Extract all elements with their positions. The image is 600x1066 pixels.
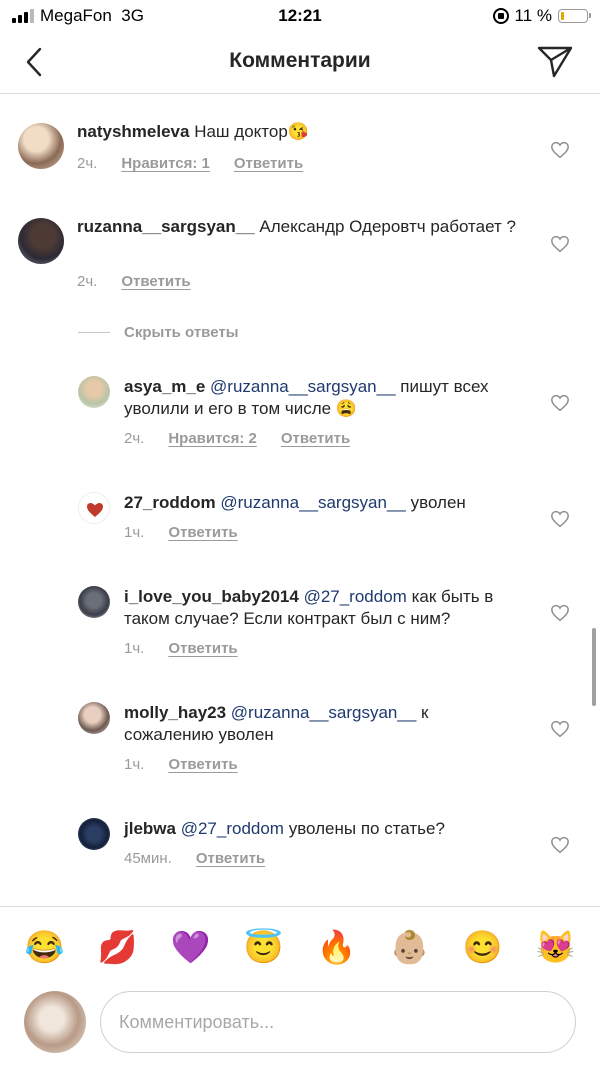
comment-text: i_love_you_baby2014 @27_roddom как быть … — [124, 586, 524, 630]
comment-body: Александр Одеровтч работает ? — [259, 217, 516, 236]
heart-logo-icon — [87, 503, 103, 517]
heart-icon[interactable] — [550, 235, 570, 253]
comment-body: Наш доктор😘 — [194, 122, 309, 141]
mention-link[interactable]: @ruzanna__sargsyan__ — [220, 493, 406, 512]
heart-icon[interactable] — [550, 510, 570, 528]
comment-username[interactable]: ruzanna__sargsyan__ — [77, 217, 255, 236]
comment-meta: 2ч. Ответить — [77, 273, 191, 290]
paper-plane-icon — [537, 46, 573, 78]
comment-username[interactable]: i_love_you_baby2014 — [124, 587, 299, 606]
reply-link[interactable]: Ответить — [196, 850, 265, 867]
hide-replies-label: Скрыть ответы — [124, 324, 239, 341]
comment-time: 1ч. — [124, 524, 145, 541]
emoji-fire[interactable]: 🔥 — [317, 927, 357, 967]
reply-link[interactable]: Ответить — [121, 273, 190, 290]
heart-icon[interactable] — [550, 141, 570, 159]
comment-text: ruzanna__sargsyan__ Александр Одеровтч р… — [77, 216, 517, 238]
avatar[interactable] — [78, 818, 110, 850]
emoji-kiss-mark[interactable]: 💋 — [98, 927, 138, 967]
avatar[interactable] — [18, 218, 64, 264]
share-button[interactable] — [536, 42, 574, 80]
scrollbar[interactable] — [592, 628, 596, 706]
comment-text: natyshmeleva Наш доктор😘 — [77, 121, 517, 143]
mention-link[interactable]: @ruzanna__sargsyan__ — [210, 377, 396, 396]
mention-link[interactable]: @27_roddom — [304, 587, 407, 606]
emoji-heart-eyes-cat[interactable]: 😻 — [536, 927, 576, 967]
reply-link[interactable]: Ответить — [168, 524, 237, 541]
comment-meta: 1ч. Ответить — [124, 524, 238, 541]
heart-icon[interactable] — [550, 836, 570, 854]
status-right: 11 % — [492, 6, 591, 26]
avatar[interactable] — [18, 123, 64, 169]
battery-icon — [558, 9, 591, 23]
comment-username[interactable]: jlebwa — [124, 819, 176, 838]
avatar[interactable] — [78, 492, 110, 524]
mention-link[interactable]: @27_roddom — [181, 819, 284, 838]
comment-username[interactable]: asya_m_e — [124, 377, 205, 396]
reply-link[interactable]: Ответить — [168, 756, 237, 773]
current-user-avatar — [24, 991, 86, 1053]
comment-meta: 2ч. Нравится: 1 Ответить — [77, 155, 303, 172]
status-bar: MegaFon 3G 12:21 11 % — [0, 0, 600, 32]
reply-link[interactable]: Ответить — [168, 640, 237, 657]
comment-body: уволены по статье? — [288, 819, 445, 838]
comment-text: molly_hay23 @ruzanna__sargsyan__ к сожал… — [124, 702, 494, 746]
comment-time: 1ч. — [124, 756, 145, 773]
emoji-quick-bar: 😂 💋 💜 😇 🔥 👶🏼 😊 😻 — [0, 906, 600, 986]
comment-meta: 1ч. Ответить — [124, 640, 238, 657]
comment-text: asya_m_e @ruzanna__sargsyan__ пишут всех… — [124, 376, 494, 420]
comment-username[interactable]: 27_roddom — [124, 493, 216, 512]
reply-link[interactable]: Ответить — [281, 430, 350, 447]
emoji-purple-heart[interactable]: 💜 — [171, 927, 211, 967]
comment-time: 2ч. — [77, 273, 98, 290]
emoji-halo[interactable]: 😇 — [244, 927, 284, 967]
comment-input[interactable] — [100, 991, 576, 1053]
likes-link[interactable]: Нравится: 1 — [121, 155, 210, 172]
comment-meta: 2ч. Нравится: 2 Ответить — [124, 430, 350, 447]
heart-icon[interactable] — [550, 720, 570, 738]
avatar[interactable] — [78, 702, 110, 734]
comment-time: 1ч. — [124, 640, 145, 657]
heart-icon[interactable] — [550, 394, 570, 412]
divider — [78, 332, 110, 333]
comment-username[interactable]: natyshmeleva — [77, 122, 189, 141]
heart-icon[interactable] — [550, 604, 570, 622]
hide-replies-toggle[interactable]: Скрыть ответы — [78, 324, 239, 341]
comments-list[interactable]: natyshmeleva Наш доктор😘 2ч. Нравится: 1… — [0, 95, 600, 905]
emoji-smile[interactable]: 😊 — [463, 927, 503, 967]
emoji-laughing[interactable]: 😂 — [25, 927, 65, 967]
battery-percent: 11 % — [514, 6, 553, 25]
reply-link[interactable]: Ответить — [234, 155, 303, 172]
header: Комментарии — [0, 32, 600, 94]
comment-composer — [0, 986, 600, 1066]
comment-body: уволен — [410, 493, 466, 512]
comment-text: 27_roddom @ruzanna__sargsyan__ уволен — [124, 492, 504, 514]
comment-meta: 45мин. Ответить — [124, 850, 265, 867]
avatar[interactable] — [78, 586, 110, 618]
orientation-lock-icon — [492, 8, 509, 24]
comment-time: 2ч. — [124, 430, 145, 447]
page-title: Комментарии — [229, 49, 371, 72]
likes-link[interactable]: Нравится: 2 — [168, 430, 257, 447]
emoji-baby[interactable]: 👶🏼 — [390, 927, 430, 967]
comment-time: 45мин. — [124, 850, 172, 867]
avatar[interactable] — [78, 376, 110, 408]
mention-link[interactable]: @ruzanna__sargsyan__ — [231, 703, 417, 722]
comment-time: 2ч. — [77, 155, 98, 172]
comment-text: jlebwa @27_roddom уволены по статье? — [124, 818, 524, 840]
comment-meta: 1ч. Ответить — [124, 756, 238, 773]
comment-username[interactable]: molly_hay23 — [124, 703, 226, 722]
